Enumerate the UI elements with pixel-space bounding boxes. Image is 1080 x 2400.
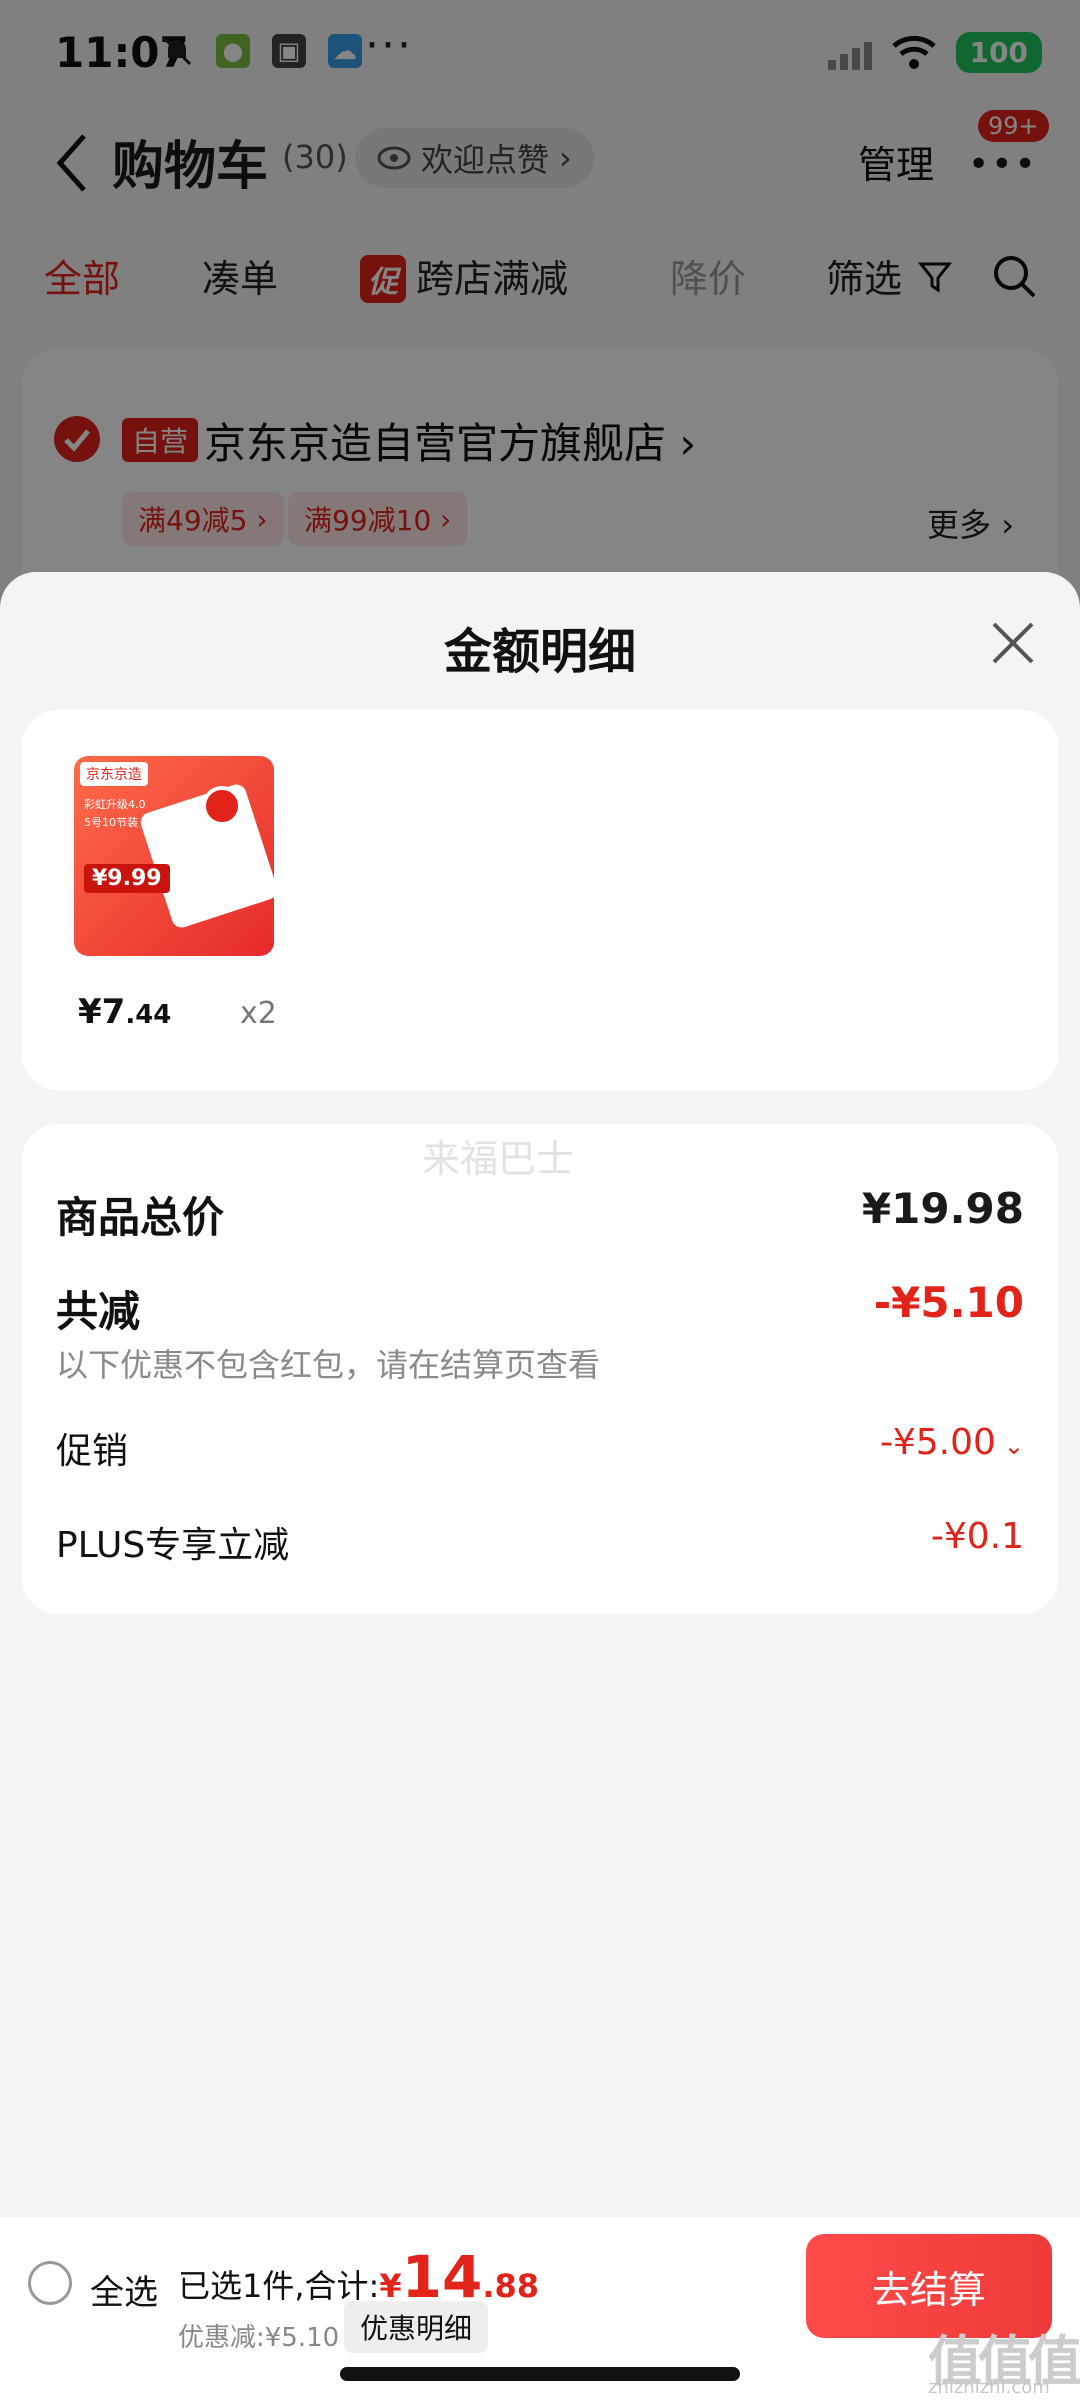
promo-row[interactable]: -¥5.00 ⌄	[880, 1422, 1024, 1463]
total-currency: ¥	[379, 2267, 402, 2305]
plus-discount-label: PLUS专享立减	[56, 1525, 290, 1566]
chevron-down-icon: ⌄	[1003, 1432, 1024, 1460]
summary-prefix: 已选1件,合计:	[178, 2267, 380, 2305]
discount-summary: 优惠减:¥5.10	[178, 2323, 340, 2353]
item-price-int: ¥7	[78, 992, 126, 1032]
total-discount-label: 共减	[56, 1287, 141, 1336]
product-thumbnail[interactable]: 京东京造 彩虹升级4.0 5号10节装 ¥9.99	[74, 756, 274, 956]
plus-discount-value: -¥0.1	[930, 1516, 1024, 1557]
close-icon[interactable]	[988, 618, 1038, 668]
amount-detail-sheet: 金额明细 京东京造 彩虹升级4.0 5号10节装 ¥9.99 ¥7.44 x2 …	[0, 572, 1080, 2217]
select-all-checkbox[interactable]	[28, 2261, 72, 2305]
watermark: 来福巴士	[422, 1137, 575, 1181]
select-all-label[interactable]: 全选	[90, 2265, 158, 2314]
total-discount-value: -¥5.10	[873, 1278, 1024, 1327]
promo-value: -¥5.00	[879, 1422, 996, 1463]
subtotal-value: ¥19.98	[861, 1184, 1024, 1233]
check-badge-icon	[202, 786, 242, 826]
amount-breakdown: 来福巴士 商品总价 ¥19.98 共减 -¥5.10 以下优惠不包含红包，请在结…	[22, 1124, 1058, 1614]
discount-note: 以下优惠不包含红包，请在结算页查看	[56, 1346, 601, 1384]
site-url: zhizhizhi.com	[928, 2377, 1050, 2398]
total-dec: .88	[482, 2267, 539, 2305]
home-indicator[interactable]	[340, 2367, 740, 2381]
sheet-title: 金额明细	[443, 624, 636, 680]
thumb-price: ¥9.99	[84, 864, 170, 893]
item-price: ¥7.44	[78, 992, 171, 1032]
subtotal-label: 商品总价	[56, 1193, 225, 1242]
thumb-line: 彩虹升级4.0	[84, 798, 146, 811]
checkout-bar: 全选 已选1件,合计:¥14.88 优惠减:¥5.10 优惠明细 去结算 值值值…	[0, 2217, 1080, 2400]
item-price-dec: .44	[125, 1000, 172, 1030]
discount-detail-button[interactable]: 优惠明细	[344, 2301, 489, 2353]
thumb-brand: 京东京造	[80, 762, 148, 786]
promo-label: 促销	[56, 1431, 129, 1472]
item-quantity: x2	[240, 996, 277, 1031]
product-card: 京东京造 彩虹升级4.0 5号10节装 ¥9.99 ¥7.44 x2	[22, 710, 1058, 1090]
